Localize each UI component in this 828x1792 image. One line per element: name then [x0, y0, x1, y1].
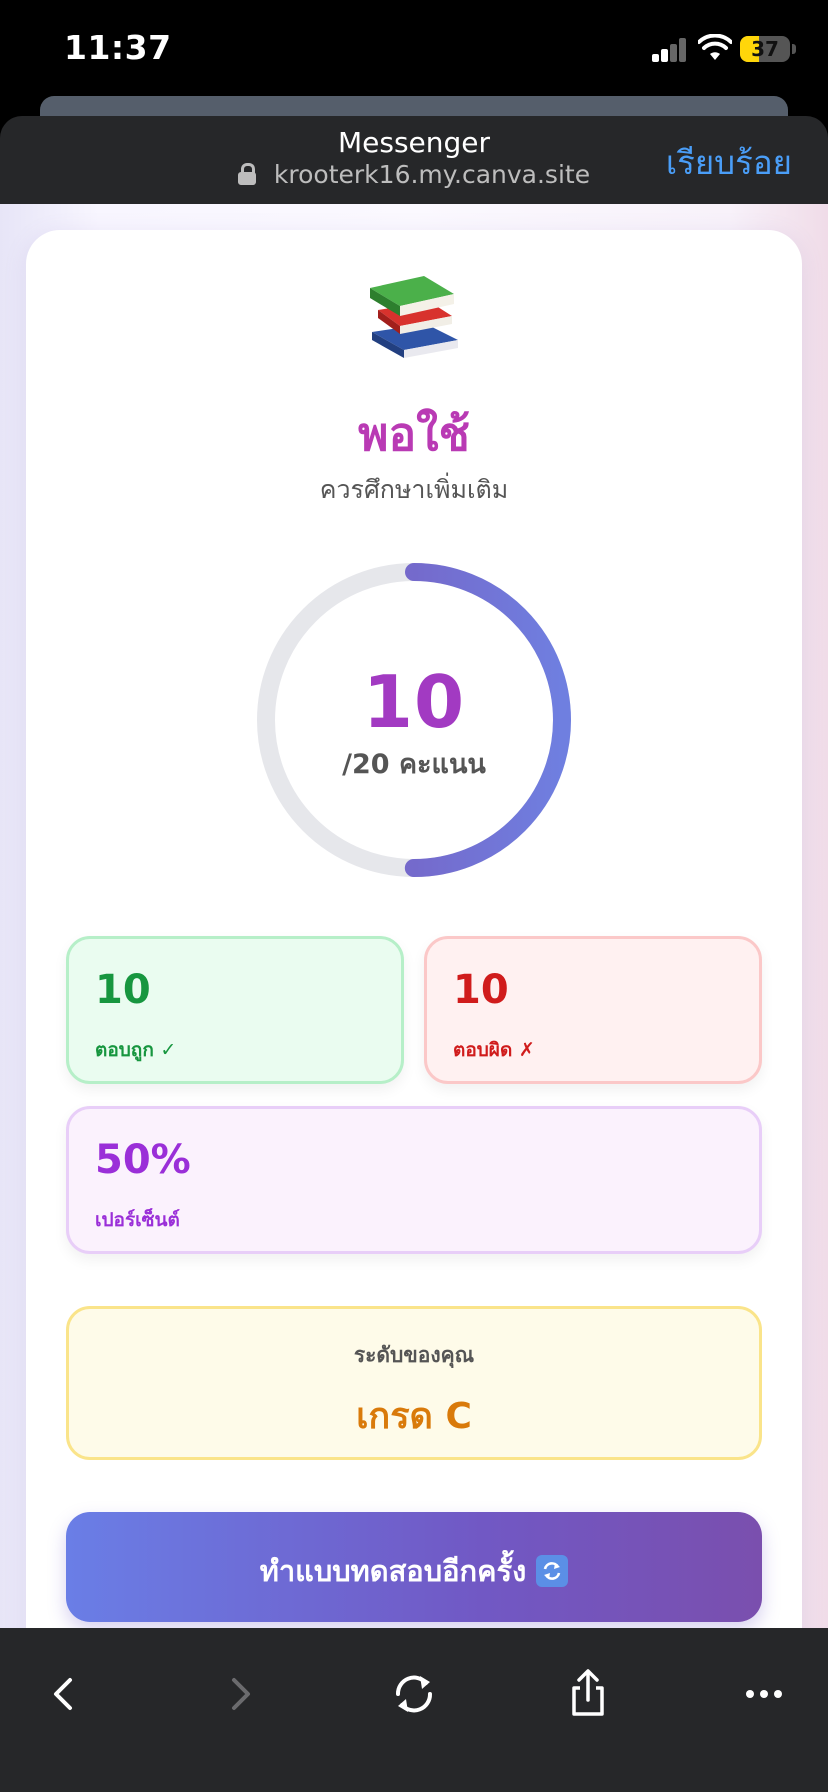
grade-value: เกรด C — [356, 1396, 472, 1437]
result-card: พอใช้ ควรศึกษาเพิ่มเติม 10 /20 คะแนน 10 … — [26, 230, 802, 1628]
refresh-icon — [536, 1555, 569, 1587]
battery-level: 37 — [751, 37, 779, 61]
score-total: /20 คะแนน — [342, 749, 486, 780]
browser-toolbar — [0, 1628, 828, 1792]
status-bar: 11:37 37 — [0, 0, 828, 100]
wrong-label: ตอบผิด ✗ — [453, 1039, 535, 1061]
correct-count-card: 10 ตอบถูก ✓ — [66, 936, 404, 1084]
percent-value: 50% — [95, 1137, 191, 1183]
browser-sheet-header: Messenger krooterk16.my.canva.site เรียบ… — [0, 116, 828, 204]
web-page: พอใช้ ควรศึกษาเพิ่มเติม 10 /20 คะแนน 10 … — [0, 204, 828, 1628]
retry-label-row: ทำแบบทดสอบอีกครั้ง — [66, 1548, 762, 1594]
share-icon[interactable] — [558, 1664, 618, 1724]
wrong-count-card: 10 ตอบผิด ✗ — [424, 936, 762, 1084]
retry-label: ทำแบบทดสอบอีกครั้ง — [259, 1554, 527, 1588]
books-icon — [370, 276, 458, 358]
reload-icon[interactable] — [384, 1664, 444, 1724]
url-text: krooterk16.my.canva.site — [273, 160, 591, 189]
result-subtitle: ควรศึกษาเพิ่มเติม — [319, 475, 509, 504]
lock-icon — [237, 163, 256, 185]
wifi-icon — [698, 34, 732, 60]
battery-icon: 37 — [740, 36, 790, 62]
chevron-left-icon[interactable] — [34, 1664, 94, 1724]
score-value: 10 — [362, 660, 466, 744]
cellular-signal-icon — [652, 38, 688, 62]
more-icon[interactable] — [734, 1664, 794, 1724]
percent-label: เปอร์เซ็นต์ — [95, 1209, 180, 1231]
result-title: พอใช้ — [358, 407, 470, 461]
grade-card: ระดับของคุณ เกรด C — [66, 1306, 762, 1460]
grade-label: ระดับของคุณ — [353, 1343, 475, 1367]
wrong-count: 10 — [453, 967, 509, 1013]
status-time: 11:37 — [64, 28, 172, 67]
percent-card: 50% เปอร์เซ็นต์ — [66, 1106, 762, 1254]
chevron-right-icon[interactable] — [210, 1664, 270, 1724]
done-button[interactable]: เรียบร้อย — [666, 136, 792, 189]
retry-quiz-button[interactable]: ทำแบบทดสอบอีกครั้ง — [66, 1512, 762, 1622]
battery-nub — [792, 44, 796, 54]
correct-count: 10 — [95, 967, 151, 1013]
correct-label: ตอบถูก ✓ — [95, 1039, 177, 1061]
